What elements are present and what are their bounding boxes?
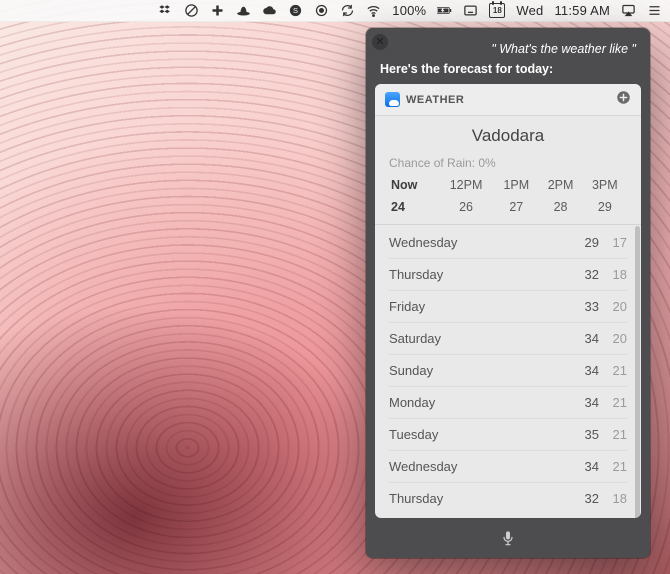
daily-row: Saturday3420 [389, 323, 627, 355]
rain-chance: Chance of Rain: 0% [389, 156, 627, 170]
day-name: Wednesday [389, 459, 571, 474]
hourly-temp: 27 [494, 196, 538, 218]
siri-mic-button[interactable] [366, 518, 650, 558]
circle-slash-icon[interactable] [184, 3, 199, 19]
weather-card-body[interactable]: Vadodara Chance of Rain: 0% Now 12PM 1PM… [375, 116, 641, 518]
day-name: Monday [389, 395, 571, 410]
day-name: Friday [389, 299, 571, 314]
day-low: 17 [599, 235, 627, 250]
cloud-icon[interactable] [262, 3, 277, 19]
daily-row: Sunday3421 [389, 355, 627, 387]
notification-center-icon[interactable] [647, 3, 662, 19]
day-low: 18 [599, 491, 627, 506]
day-low: 21 [599, 459, 627, 474]
airplay-icon[interactable] [621, 3, 636, 19]
close-icon[interactable]: ✕ [372, 34, 388, 50]
sync-icon[interactable] [340, 3, 355, 19]
day-high: 29 [571, 235, 599, 250]
day-low: 18 [599, 267, 627, 282]
hourly-temp: 29 [583, 196, 627, 218]
weather-card-header: WEATHER [375, 84, 641, 116]
weather-card: WEATHER Vadodara Chance of Rain: 0% Now … [375, 84, 641, 518]
day-high: 35 [571, 427, 599, 442]
day-high: 34 [571, 459, 599, 474]
day-high: 34 [571, 331, 599, 346]
daily-row: Thursday3218 [389, 483, 627, 514]
day-name: Sunday [389, 363, 571, 378]
hat-icon[interactable] [236, 3, 251, 19]
day-name: Thursday [389, 267, 571, 282]
day-high: 32 [571, 491, 599, 506]
day-low: 21 [599, 395, 627, 410]
siri-panel: ✕ " What's the weather like " Here's the… [366, 28, 650, 558]
menubar-day[interactable]: Wed [516, 3, 543, 18]
siri-intro: Here's the forecast for today: [366, 60, 650, 84]
hourly-header: 2PM [538, 174, 582, 196]
add-icon[interactable] [616, 90, 631, 109]
day-name: Thursday [389, 491, 571, 506]
day-name: Saturday [389, 331, 571, 346]
hourly-temp: 28 [538, 196, 582, 218]
menubar: S 100% 18 Wed 11:59 AM [0, 0, 670, 22]
hourly-header: Now [389, 174, 438, 196]
daily-row: Thursday3218 [389, 259, 627, 291]
weather-app-icon [385, 92, 400, 107]
divider [375, 224, 641, 225]
day-low: 21 [599, 427, 627, 442]
input-menu-icon[interactable] [463, 3, 478, 19]
battery-icon[interactable] [437, 3, 452, 19]
weather-city: Vadodara [389, 126, 627, 146]
skype-icon[interactable]: S [288, 3, 303, 19]
target-icon[interactable] [314, 3, 329, 19]
siri-query: " What's the weather like " [366, 28, 650, 60]
day-name: Wednesday [389, 235, 571, 250]
hourly-temp: 26 [438, 196, 494, 218]
scrollbar[interactable] [635, 226, 640, 518]
day-low: 20 [599, 299, 627, 314]
daily-forecast: Wednesday2917Thursday3218Friday3320Satur… [389, 227, 627, 514]
daily-row: Tuesday3521 [389, 419, 627, 451]
fantastical-icon[interactable]: 18 [489, 3, 505, 19]
plus-square-icon[interactable] [210, 3, 225, 19]
daily-row: Wednesday2917 [389, 227, 627, 259]
day-high: 32 [571, 267, 599, 282]
daily-row: Monday3421 [389, 387, 627, 419]
hourly-header: 3PM [583, 174, 627, 196]
day-name: Tuesday [389, 427, 571, 442]
svg-text:S: S [293, 6, 298, 15]
day-high: 34 [571, 363, 599, 378]
day-low: 21 [599, 363, 627, 378]
dropbox-icon[interactable] [158, 3, 173, 19]
hourly-header: 1PM [494, 174, 538, 196]
daily-row: Wednesday3421 [389, 451, 627, 483]
wifi-icon[interactable] [366, 3, 381, 19]
menubar-time[interactable]: 11:59 AM [554, 3, 610, 18]
hourly-forecast: Now 12PM 1PM 2PM 3PM 24 26 27 28 29 [389, 174, 627, 218]
battery-percent[interactable]: 100% [392, 3, 426, 18]
daily-row: Friday3320 [389, 291, 627, 323]
hourly-temp: 24 [389, 196, 438, 218]
hourly-header: 12PM [438, 174, 494, 196]
weather-card-title: WEATHER [406, 94, 464, 106]
day-high: 33 [571, 299, 599, 314]
day-high: 34 [571, 395, 599, 410]
day-low: 20 [599, 331, 627, 346]
